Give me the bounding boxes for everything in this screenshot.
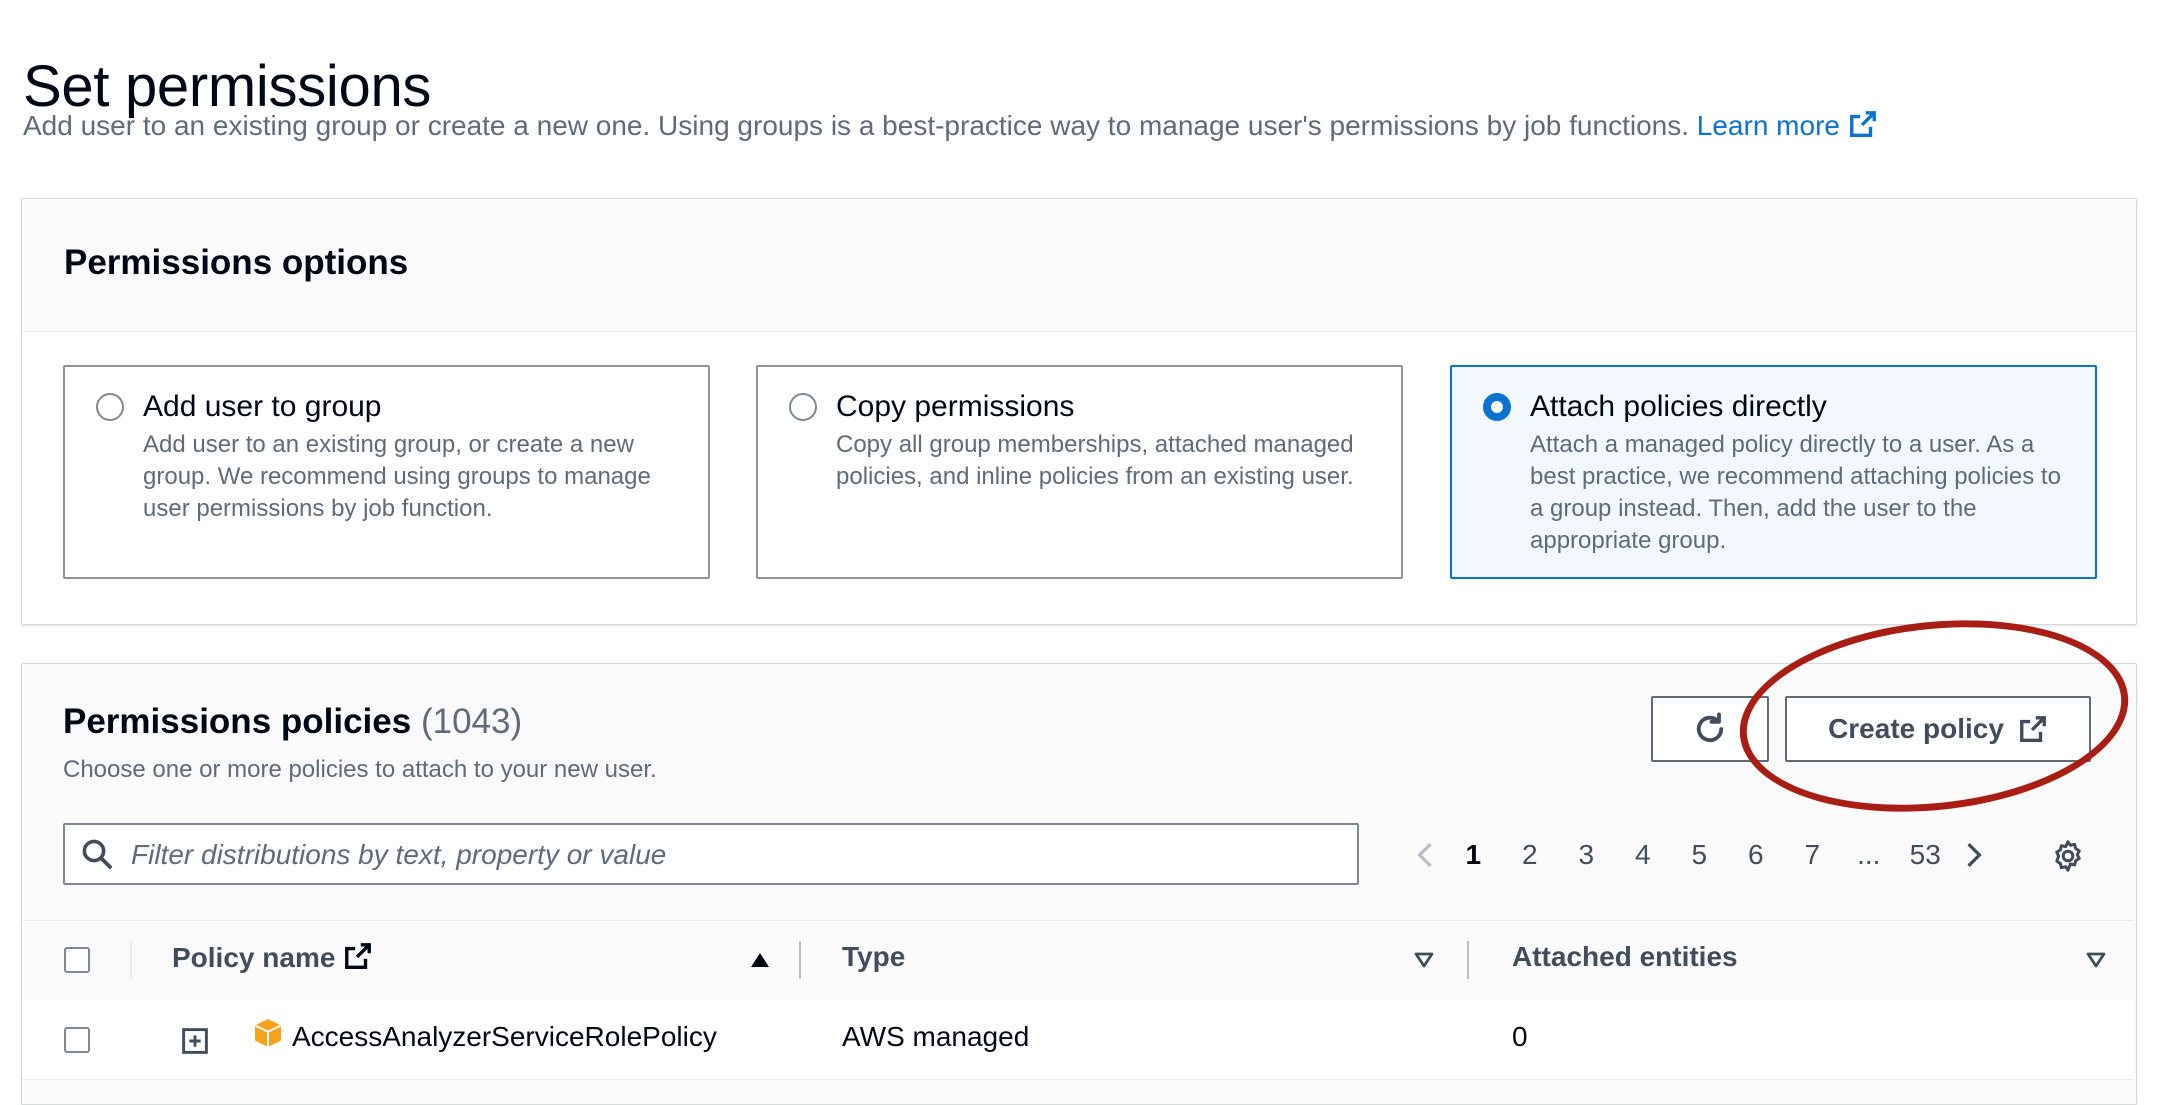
- filter-input[interactable]: [129, 825, 1333, 885]
- radio-attach-policies-directly[interactable]: [1483, 393, 1511, 421]
- permissions-policies-heading: Permissions policies (1043): [63, 702, 522, 742]
- filter-field[interactable]: [63, 823, 1359, 885]
- pagination: 1 2 3 4 5 6 7 ... 53: [1405, 832, 1994, 878]
- page-description: Add user to an existing group or create …: [23, 106, 1878, 146]
- page-4[interactable]: 4: [1615, 839, 1672, 871]
- gear-icon[interactable]: [2050, 838, 2086, 874]
- learn-more-label: Learn more: [1696, 110, 1840, 141]
- policies-heading-text: Permissions policies: [63, 702, 412, 741]
- permissions-options-heading: Permissions options: [64, 243, 409, 282]
- option-attach-policies-directly[interactable]: Attach policies directly Attach a manage…: [1450, 365, 2097, 579]
- policy-type: AWS managed: [842, 1021, 1030, 1052]
- page-ellipsis: ...: [1857, 839, 1881, 870]
- option-copy-permissions[interactable]: Copy permissions Copy all group membersh…: [756, 365, 1403, 579]
- column-divider: [130, 941, 132, 979]
- option-title: Copy permissions: [836, 390, 1075, 423]
- page-5[interactable]: 5: [1671, 839, 1728, 871]
- page-description-text: Add user to an existing group or create …: [23, 110, 1689, 141]
- page-6[interactable]: 6: [1728, 839, 1785, 871]
- page-7[interactable]: 7: [1784, 839, 1841, 871]
- sort-icon[interactable]: [1414, 951, 1434, 969]
- next-page-button[interactable]: [1954, 840, 1994, 870]
- search-icon: [82, 839, 112, 869]
- page-1[interactable]: 1: [1445, 839, 1502, 871]
- option-title: Add user to group: [143, 390, 382, 423]
- policy-name-link[interactable]: AccessAnalyzerServiceRolePolicy: [292, 1021, 717, 1053]
- table-row: AccessAnalyzerServiceRolePolicy AWS mana…: [22, 999, 2134, 1080]
- select-all-checkbox[interactable]: [64, 947, 90, 973]
- column-header-attached-entities[interactable]: Attached entities: [1512, 941, 1738, 973]
- permissions-options-header: Permissions options: [22, 199, 2136, 332]
- chevron-left-icon: [1417, 843, 1432, 867]
- external-link-icon: [345, 943, 372, 969]
- learn-more-link[interactable]: Learn more: [1697, 110, 1878, 141]
- column-divider[interactable]: [799, 941, 801, 979]
- refresh-icon: [1696, 712, 1724, 743]
- sort-icon[interactable]: [2086, 951, 2106, 969]
- page-2[interactable]: 2: [1502, 839, 1559, 871]
- sort-ascending-icon[interactable]: [750, 951, 770, 969]
- table-header: Policy name Type Attached entities: [22, 920, 2134, 1000]
- option-add-user-to-group[interactable]: Add user to group Add user to an existin…: [63, 365, 710, 579]
- option-description: Copy all group memberships, attached man…: [836, 431, 1354, 490]
- column-divider[interactable]: [1467, 941, 1469, 979]
- column-header-policy-name[interactable]: Policy name: [172, 941, 373, 974]
- external-link-icon: [1850, 111, 1876, 137]
- option-description: Add user to an existing group, or create…: [143, 431, 651, 522]
- option-title: Attach policies directly: [1530, 390, 1827, 423]
- aws-managed-icon: [254, 1019, 282, 1047]
- policies-count: (1043): [420, 702, 523, 741]
- column-label: Policy name: [172, 942, 336, 973]
- row-checkbox[interactable]: [64, 1027, 90, 1053]
- page-3[interactable]: 3: [1558, 839, 1615, 871]
- expand-icon[interactable]: [182, 1028, 208, 1054]
- attached-entities-count: 0: [1512, 1021, 1528, 1052]
- page-53[interactable]: 53: [1897, 839, 1954, 871]
- column-header-type[interactable]: Type: [842, 941, 905, 973]
- policies-description: Choose one or more policies to attach to…: [63, 756, 657, 783]
- chevron-right-icon: [1966, 843, 1982, 867]
- radio-add-user-to-group[interactable]: [96, 393, 124, 421]
- previous-page-button[interactable]: [1405, 840, 1445, 870]
- radio-copy-permissions[interactable]: [789, 393, 817, 421]
- option-description: Attach a managed policy directly to a us…: [1530, 431, 2061, 554]
